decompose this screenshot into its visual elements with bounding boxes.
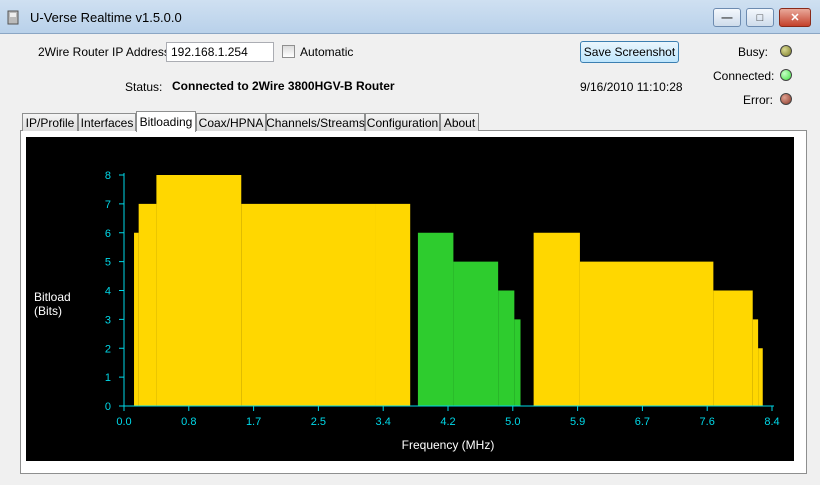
x-tick-label: 0.8 bbox=[181, 416, 196, 428]
bitload-bar bbox=[417, 232, 454, 406]
tab-interfaces[interactable]: Interfaces bbox=[78, 113, 136, 131]
tab-coax-hpna[interactable]: Coax/HPNA bbox=[196, 113, 266, 131]
tab-about[interactable]: About bbox=[440, 113, 479, 131]
bitload-bar bbox=[498, 290, 515, 406]
bitload-bar bbox=[752, 319, 759, 406]
minimize-button[interactable]: — bbox=[713, 8, 741, 27]
x-tick-label: 8.4 bbox=[764, 416, 779, 428]
x-tick-label: 4.2 bbox=[440, 416, 455, 428]
x-axis-label: Frequency (MHz) bbox=[402, 438, 495, 452]
error-label: Error: bbox=[743, 93, 773, 107]
y-tick-label: 2 bbox=[105, 343, 111, 355]
ip-address-input[interactable]: 192.168.1.254 bbox=[166, 42, 274, 62]
ip-address-label: 2Wire Router IP Address: bbox=[38, 45, 174, 59]
y-tick-label: 8 bbox=[105, 170, 111, 182]
bitload-bar bbox=[156, 175, 242, 406]
tab-channels-streams[interactable]: Channels/Streams bbox=[266, 113, 365, 131]
y-tick-label: 6 bbox=[105, 228, 111, 240]
x-tick-label: 0.0 bbox=[116, 416, 131, 428]
bitload-bar bbox=[241, 203, 376, 406]
save-screenshot-button[interactable]: Save Screenshot bbox=[580, 41, 679, 63]
window-title: U-Verse Realtime v1.5.0.0 bbox=[30, 10, 182, 25]
busy-led-icon bbox=[780, 45, 792, 57]
title-bar: U-Verse Realtime v1.5.0.0 — □ ✕ bbox=[0, 0, 820, 34]
tab-ip-profile[interactable]: IP/Profile bbox=[22, 113, 78, 131]
x-tick-label: 5.9 bbox=[570, 416, 585, 428]
y-tick-label: 4 bbox=[105, 286, 111, 298]
y-tick-label: 0 bbox=[105, 401, 111, 413]
y-tick-label: 5 bbox=[105, 257, 111, 269]
automatic-checkbox[interactable] bbox=[282, 45, 295, 58]
bitloading-chart: 0.0 0.8 1.7 2.5 3.4 4.2 5.0 5.9 6.7 7.6 8.4 0 1 2 3 4 5 6… bbox=[26, 137, 794, 461]
connected-label: Connected: bbox=[713, 69, 775, 83]
bitload-bar bbox=[514, 319, 521, 406]
tab-bitloading[interactable]: Bitloading bbox=[136, 111, 196, 132]
x-tick-label: 6.7 bbox=[635, 416, 650, 428]
status-value: Connected to 2Wire 3800HGV-B Router bbox=[172, 79, 395, 93]
connected-led-icon bbox=[780, 69, 792, 81]
maximize-button[interactable]: □ bbox=[746, 8, 774, 27]
busy-label: Busy: bbox=[738, 45, 769, 59]
x-tick-label: 5.0 bbox=[505, 416, 520, 428]
y-tick-label: 1 bbox=[105, 372, 111, 384]
status-label: Status: bbox=[125, 80, 163, 94]
app-icon bbox=[7, 10, 19, 25]
bitload-bar bbox=[713, 290, 753, 406]
x-tick-label: 1.7 bbox=[246, 416, 261, 428]
timestamp: 9/16/2010 11:10:28 bbox=[580, 80, 683, 94]
y-axis-label-line: (Bits) bbox=[34, 304, 62, 318]
y-tick-label: 7 bbox=[105, 199, 111, 211]
error-led-icon bbox=[780, 93, 792, 105]
automatic-label: Automatic bbox=[300, 45, 354, 59]
x-tick-label: 2.5 bbox=[311, 416, 326, 428]
bitload-bar bbox=[453, 261, 499, 406]
close-button[interactable]: ✕ bbox=[779, 8, 811, 27]
y-axis-label-line: Bitload bbox=[34, 290, 71, 304]
bitload-bar bbox=[375, 203, 411, 406]
x-tick-label: 7.6 bbox=[700, 416, 715, 428]
x-tick-label: 3.4 bbox=[376, 416, 391, 428]
y-tick-label: 3 bbox=[105, 314, 111, 326]
bitload-bar bbox=[134, 232, 139, 406]
tab-configuration[interactable]: Configuration bbox=[365, 113, 440, 131]
bitload-bar bbox=[138, 203, 157, 406]
bitload-bar bbox=[758, 348, 763, 406]
bitload-bar bbox=[533, 232, 580, 406]
bitload-bar bbox=[579, 261, 714, 406]
